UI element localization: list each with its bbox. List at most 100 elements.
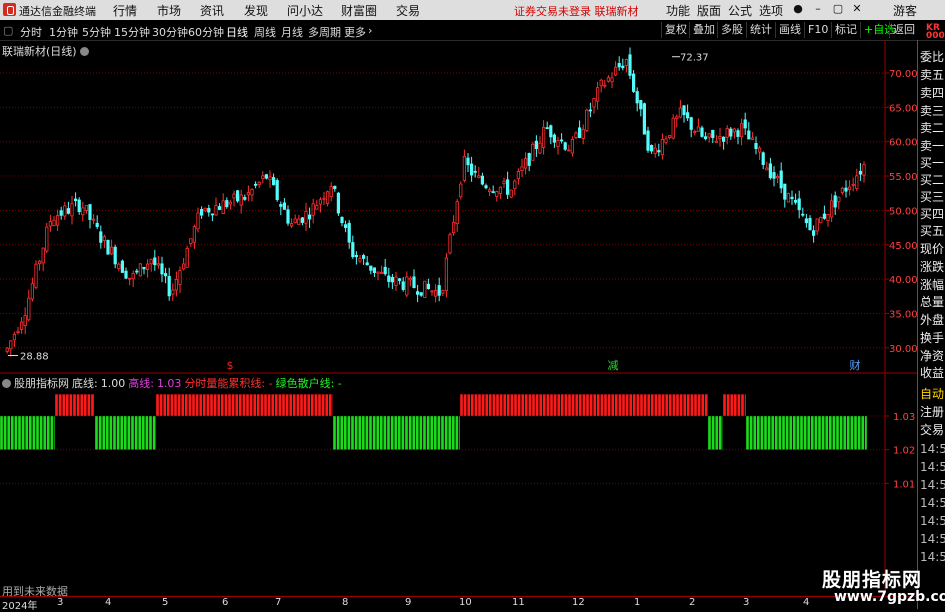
red-bar xyxy=(618,393,622,417)
indicator-name[interactable]: 股朋指标网 xyxy=(14,377,69,390)
red-bar xyxy=(549,393,554,417)
green-bar xyxy=(130,415,135,450)
candle-body xyxy=(639,99,643,110)
period-weekly[interactable]: 周线 xyxy=(254,24,276,40)
rp-auto[interactable]: 自动 xyxy=(920,385,945,402)
menu-xuanxiang[interactable]: 选项 xyxy=(759,2,783,19)
red-bar xyxy=(697,393,701,417)
minimize-icon[interactable]: – xyxy=(812,2,824,16)
red-bar xyxy=(690,393,694,417)
candle-body xyxy=(678,107,683,118)
period-1min[interactable]: 1分钟 xyxy=(49,24,78,40)
menu-gongneng[interactable]: 功能 xyxy=(666,2,690,19)
red-bar xyxy=(199,393,203,417)
candle-body xyxy=(552,134,557,143)
menu-caifuquan[interactable]: 财富圈 xyxy=(341,2,377,19)
period-more[interactable]: 更多 xyxy=(344,24,366,40)
green-bar xyxy=(358,415,362,450)
btn-duogu[interactable]: 多股 xyxy=(717,22,746,38)
candle-body xyxy=(232,193,236,199)
green-bar xyxy=(767,415,771,450)
candle-body xyxy=(376,271,380,274)
green-bar xyxy=(372,415,376,450)
candle-body xyxy=(556,140,560,147)
red-bar xyxy=(69,393,73,417)
red-bar xyxy=(740,393,745,417)
green-bar xyxy=(28,415,32,450)
menu-banmian[interactable]: 版面 xyxy=(697,2,721,19)
menu-shichang[interactable]: 市场 xyxy=(157,2,181,19)
green-bar xyxy=(14,415,18,450)
candle-body xyxy=(59,210,63,216)
candle-body xyxy=(466,157,470,166)
menu-hangqing[interactable]: 行情 xyxy=(113,2,137,19)
green-bar xyxy=(102,415,106,450)
btn-diejia[interactable]: 叠加 xyxy=(689,22,718,38)
candle-body xyxy=(131,273,135,280)
rp-register[interactable]: 注册 xyxy=(920,403,945,420)
red-bar xyxy=(589,393,593,417)
red-bar xyxy=(661,393,665,417)
red-bar xyxy=(328,393,332,417)
btn-biaoji[interactable]: 标记 xyxy=(831,22,860,38)
rp-change: 涨跌 xyxy=(920,260,945,274)
red-bar xyxy=(173,393,178,417)
green-bar xyxy=(715,415,719,450)
candle-body xyxy=(477,175,481,178)
green-bar xyxy=(148,415,153,450)
candle-body xyxy=(408,277,413,281)
candle-body xyxy=(74,198,78,202)
guest-label[interactable]: 游客 xyxy=(893,2,917,19)
period-menu-icon[interactable]: ▢ xyxy=(3,24,13,37)
menu-wenxiaoda[interactable]: 问小达 xyxy=(287,2,323,19)
rp-tick-time: 14:56 xyxy=(920,532,945,546)
menu-jiaoyi[interactable]: 交易 xyxy=(396,2,420,19)
green-bar xyxy=(807,415,811,450)
btn-huaxian[interactable]: 画线 xyxy=(775,22,804,38)
user-icon[interactable]: ● xyxy=(792,2,804,16)
btn-fuquan[interactable]: 复权 xyxy=(661,22,690,38)
candle-body xyxy=(48,221,53,227)
login-status-text[interactable]: 证券交易未登录 联瑞新材 xyxy=(514,3,639,19)
chevron-right-icon[interactable]: › xyxy=(368,24,372,37)
close-icon[interactable]: ✕ xyxy=(851,2,863,16)
candle-body xyxy=(63,205,67,217)
period-daily[interactable]: 日线 xyxy=(226,24,248,40)
green-bar xyxy=(120,415,124,450)
period-monthly[interactable]: 月线 xyxy=(281,24,303,40)
period-60min[interactable]: 60分钟 xyxy=(188,24,224,40)
candle-body xyxy=(682,105,686,116)
period-5min[interactable]: 5分钟 xyxy=(82,24,111,40)
candle-body xyxy=(167,276,171,297)
kline-chart[interactable]: 30.00 35.00 40.00 45.00 50.00 55.00 60.00 65.00… xyxy=(0,40,917,596)
red-bar xyxy=(463,393,467,417)
rp-trade[interactable]: 交易 xyxy=(920,421,945,438)
candle-body xyxy=(171,289,175,295)
candle-body xyxy=(783,183,787,200)
period-fenshi[interactable]: 分时 xyxy=(20,24,42,40)
period-multi[interactable]: 多周期 xyxy=(308,24,341,40)
red-bar xyxy=(492,393,496,417)
green-bar xyxy=(347,415,351,450)
indicator-toggle-icon[interactable] xyxy=(2,379,11,388)
green-bar xyxy=(35,415,40,450)
red-bar xyxy=(665,393,669,417)
candle-body xyxy=(23,315,27,326)
event-marker: 减 xyxy=(608,359,619,372)
period-15min[interactable]: 15分钟 xyxy=(114,24,150,40)
candle-body xyxy=(574,132,578,139)
candle-body xyxy=(70,203,74,217)
green-bar xyxy=(43,415,47,450)
btn-fanhui[interactable]: 返回 xyxy=(889,22,918,38)
btn-tongji[interactable]: 统计 xyxy=(746,22,775,38)
period-30min[interactable]: 30分钟 xyxy=(152,24,188,40)
candle-body xyxy=(693,131,697,133)
menu-faxian[interactable]: 发现 xyxy=(244,2,268,19)
menu-zixun[interactable]: 资讯 xyxy=(200,2,224,19)
red-bar xyxy=(317,393,322,417)
btn-f10[interactable]: F10 xyxy=(804,22,831,38)
green-bar xyxy=(376,415,380,450)
restore-icon[interactable]: ▢ xyxy=(832,2,844,16)
menu-gongshi[interactable]: 公式 xyxy=(728,2,752,19)
red-bar xyxy=(470,393,474,417)
